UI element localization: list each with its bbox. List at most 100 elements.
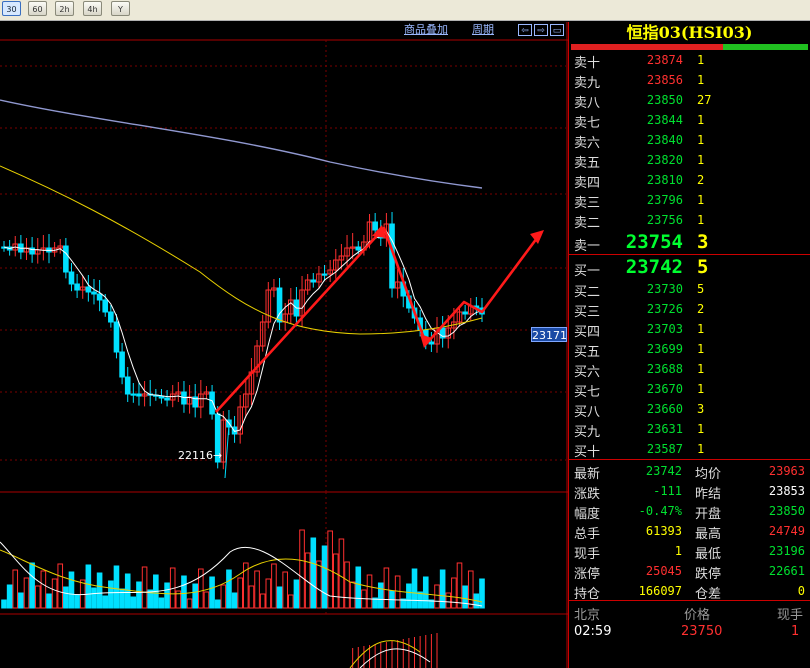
stat-value: -0.47% — [638, 504, 682, 518]
ask-level-8[interactable]: 卖八 23850 27 — [569, 90, 810, 111]
stat-label: 持仓 — [574, 587, 601, 602]
volume-bar — [124, 573, 131, 609]
ask-level-2[interactable]: 卖二 23756 1 — [569, 210, 810, 231]
bid-price: 23631 — [646, 422, 683, 436]
ask-label: 卖九 — [574, 76, 601, 91]
stats-row: 最新 23742 均价 23963 — [569, 460, 810, 482]
volume-bar — [434, 584, 440, 609]
volume-bar — [186, 598, 193, 609]
volume-bar — [198, 568, 204, 609]
ask-level-3[interactable]: 卖三 23796 1 — [569, 190, 810, 211]
period-year-button[interactable]: Y — [111, 1, 130, 16]
volume-bar — [248, 585, 255, 609]
scroll-right-button[interactable]: ⇨ — [534, 24, 548, 36]
volume-bar — [276, 586, 283, 609]
bid-level-2[interactable]: 买二 23730 5 — [569, 279, 810, 300]
stats-row: 涨跌 -111 昨结 23853 — [569, 480, 810, 502]
bid-book: 买二 23730 5 买三 23726 2 买四 23703 1 买五 23699 1 买六 23688 1… — [569, 279, 810, 460]
bid-price: 23660 — [646, 402, 683, 416]
ask-volume: 27 — [697, 93, 712, 107]
period-30min-button[interactable]: 30 — [2, 1, 21, 16]
bid-volume: 1 — [697, 362, 705, 376]
tick-volume: 1 — [791, 624, 800, 639]
bid-price: 23703 — [646, 322, 683, 336]
candlestick — [74, 283, 80, 291]
ask-volume: 3 — [697, 231, 709, 253]
candlestick — [428, 341, 435, 345]
bid-level-6[interactable]: 买六 23688 1 — [569, 359, 810, 380]
ask-label: 卖七 — [574, 116, 601, 131]
candlestick — [108, 311, 114, 323]
candlestick — [96, 293, 103, 301]
low-price-label: 22116→ — [178, 449, 223, 462]
scroll-left-button[interactable]: ⇦ — [518, 24, 532, 36]
volume-bar — [57, 563, 64, 609]
candlestick — [113, 321, 120, 353]
bid-level-8[interactable]: 买八 23660 3 — [569, 399, 810, 420]
bid-level-1[interactable]: 买一 23742 5 — [569, 255, 810, 279]
candlestick — [164, 397, 170, 401]
stats-row: 持仓 166097 仓差 0 — [569, 580, 810, 602]
bid-volume: 1 — [697, 342, 705, 356]
volume-bar — [181, 575, 187, 609]
bid-level-10[interactable]: 买十 23587 1 — [569, 439, 810, 460]
period-60min-button[interactable]: 60 — [28, 1, 47, 16]
bid-price: 23742 — [625, 256, 683, 278]
period-4h-button[interactable]: 4h — [83, 1, 102, 16]
bid-price: 23730 — [646, 282, 683, 296]
bid-level-7[interactable]: 买七 23670 1 — [569, 379, 810, 400]
ticks-header: 北京 价格 现手 — [569, 601, 810, 623]
ask-level-5[interactable]: 卖五 23820 1 — [569, 150, 810, 171]
bid-level-5[interactable]: 买五 23699 1 — [569, 339, 810, 360]
stat-value: 23742 — [645, 464, 682, 478]
volume-bar — [406, 583, 412, 609]
candlestick — [372, 221, 378, 231]
stat-value: 22661 — [768, 564, 805, 578]
overlay-product-link[interactable]: 商品叠加 — [404, 23, 448, 37]
volume-bar — [6, 584, 13, 609]
volume-bar — [411, 568, 418, 609]
volume-bar — [130, 596, 137, 609]
bid-label: 买七 — [574, 385, 601, 400]
candlestick — [130, 393, 137, 396]
bid-volume: 1 — [697, 322, 705, 336]
volume-bar — [479, 578, 485, 609]
bid-label: 买六 — [574, 365, 601, 380]
ask-label: 卖二 — [574, 216, 601, 231]
volume-bar — [68, 571, 75, 609]
ask-label: 卖三 — [574, 196, 601, 211]
volume-bar — [467, 570, 474, 609]
candlestick — [102, 299, 109, 313]
candlestick — [85, 286, 92, 293]
bid-volume: 2 — [697, 302, 705, 316]
stat-value: 0 — [797, 584, 805, 598]
ask-level-7[interactable]: 卖七 23844 1 — [569, 110, 810, 131]
ask-level-9[interactable]: 卖九 23856 1 — [569, 70, 810, 91]
bid-label: 买八 — [574, 405, 601, 420]
volume-bar — [40, 570, 47, 609]
bid-level-9[interactable]: 买九 23631 1 — [569, 419, 810, 440]
bid-level-3[interactable]: 买三 23726 2 — [569, 299, 810, 320]
kline-chart-area[interactable]: 商品叠加 周期 ⇦ ⇨ ▭ — [0, 22, 568, 668]
ask-price: 23810 — [646, 173, 683, 187]
ask-level-10[interactable]: 卖十 23874 1 — [569, 50, 810, 71]
bid-volume: 5 — [697, 256, 709, 278]
volume-bar — [355, 566, 362, 609]
volume-bar — [158, 597, 165, 609]
ask-level-6[interactable]: 卖六 23840 1 — [569, 130, 810, 151]
stat-value: 61393 — [645, 524, 682, 538]
stat-value: 24749 — [768, 524, 805, 538]
ask-level-1[interactable]: 卖一 23754 3 — [569, 230, 810, 254]
period-2h-button[interactable]: 2h — [55, 1, 74, 16]
bid-label: 买三 — [574, 305, 601, 320]
kline-chart-canvas[interactable] — [0, 22, 568, 668]
expand-button[interactable]: ▭ — [550, 24, 564, 36]
candlestick — [136, 393, 142, 397]
ask-level-4[interactable]: 卖四 23810 2 — [569, 170, 810, 191]
candlestick — [119, 351, 125, 378]
period-link[interactable]: 周期 — [472, 23, 494, 37]
bid-label: 买九 — [574, 425, 601, 440]
ask-label: 卖一 — [574, 239, 601, 254]
bid-level-4[interactable]: 买四 23703 1 — [569, 319, 810, 340]
volume-bar — [119, 588, 125, 609]
